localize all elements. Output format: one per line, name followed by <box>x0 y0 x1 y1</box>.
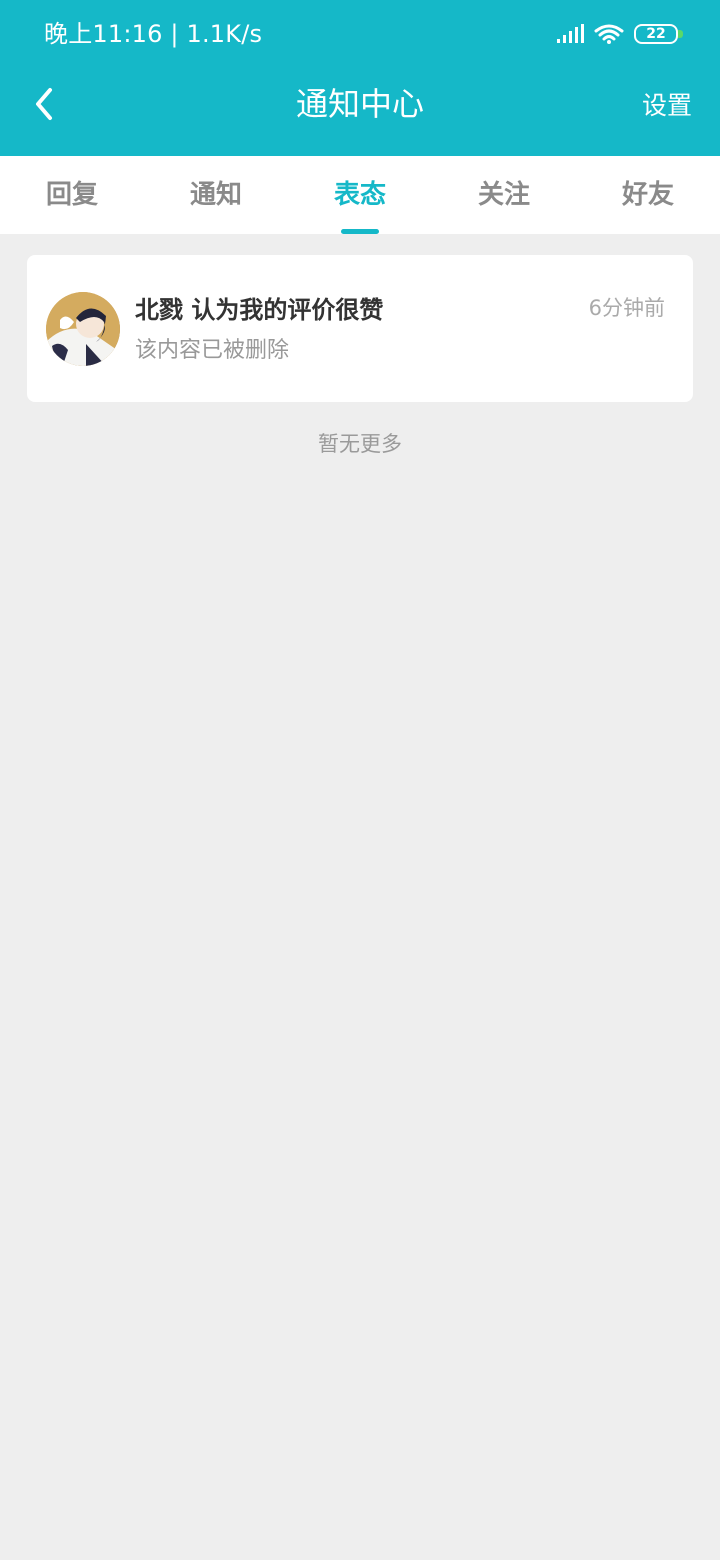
avatar[interactable] <box>46 292 120 366</box>
tab-label: 好友 <box>621 180 674 210</box>
status-bar: 晚上11:16 | 1.1K/s 22 <box>0 0 720 68</box>
battery-level: 22 <box>646 26 666 42</box>
battery-icon: 22 <box>634 24 683 44</box>
notification-subtitle: 该内容已被删除 <box>135 338 290 363</box>
tab-follow[interactable]: 关注 <box>432 156 576 234</box>
tab-reply[interactable]: 回复 <box>0 156 144 234</box>
app-header: 晚上11:16 | 1.1K/s 22 通知中心 设置 <box>0 0 720 156</box>
signal-icon <box>556 24 584 44</box>
tab-friends[interactable]: 好友 <box>576 156 720 234</box>
battery-tip <box>678 30 683 38</box>
wifi-icon <box>594 23 624 45</box>
tab-label: 关注 <box>477 180 530 210</box>
tab-reactions[interactable]: 表态 <box>288 156 432 234</box>
status-icons: 22 <box>556 20 683 48</box>
tab-notify[interactable]: 通知 <box>144 156 288 234</box>
notification-item[interactable]: 北戮 认为我的评价很赞 6分钟前 该内容已被删除 <box>27 255 693 402</box>
settings-button[interactable]: 设置 <box>642 88 692 124</box>
chevron-left-icon <box>36 88 52 120</box>
notification-title: 北戮 认为我的评价很赞 <box>135 296 384 324</box>
tab-active-indicator <box>341 229 379 234</box>
page-title: 通知中心 <box>295 85 424 123</box>
no-more-text: 暂无更多 <box>318 432 402 456</box>
tab-bar: 回复 通知 表态 关注 好友 <box>0 156 720 234</box>
tab-label: 表态 <box>333 180 386 210</box>
tab-label: 通知 <box>189 180 242 210</box>
back-button[interactable] <box>24 84 64 124</box>
tab-label: 回复 <box>45 180 98 210</box>
notification-time: 6分钟前 <box>588 296 665 320</box>
status-time: 晚上11:16 | 1.1K/s <box>44 20 263 48</box>
